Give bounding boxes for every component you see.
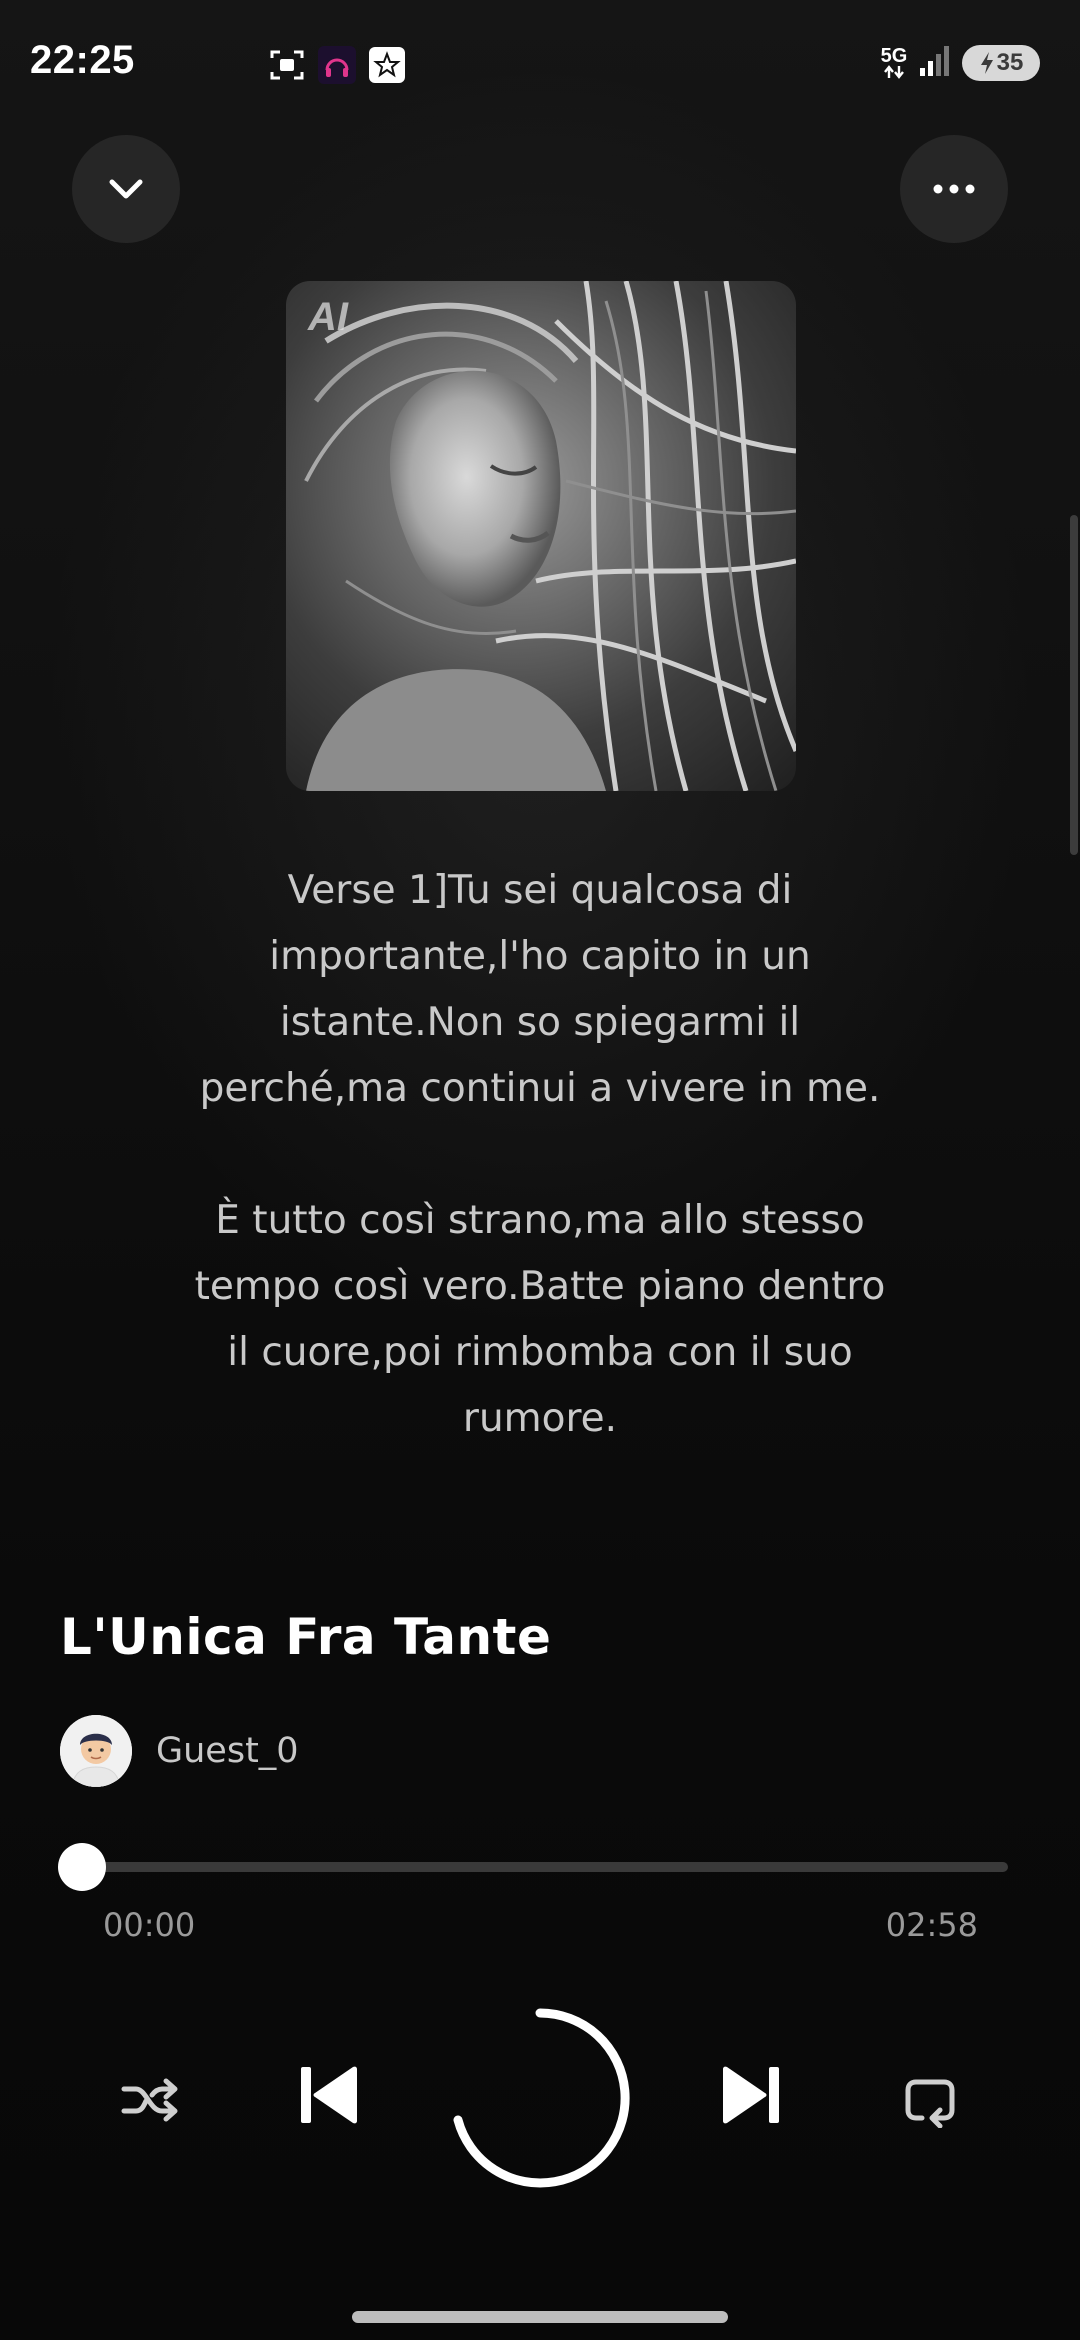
network-type: 5G [880,45,908,67]
avatar[interactable] [60,1715,132,1787]
more-options-button[interactable] [900,135,1008,243]
network-indicator: 5G [880,45,908,79]
lyric-line: È tutto così strano,ma allo stesso [215,1198,865,1243]
previous-icon [301,2066,357,2124]
total-time: 02:58 [885,1906,978,1944]
chevron-down-icon [109,179,143,199]
shuffle-button[interactable] [110,2060,190,2140]
podcast-app-icon [318,46,356,84]
lyric-line: il cuore,poi rimbomba con il suo [227,1330,853,1375]
screen-record-icon [268,46,306,84]
lyric-line: tempo così vero.Batte piano dentro [194,1264,886,1309]
system-icons: 5G 35 [880,44,1040,82]
lyric-line: perché,ma continui a vivere in me. [199,1066,881,1111]
lyric-line: Verse 1]Tu sei qualcosa di [287,868,793,913]
next-icon [723,2066,779,2124]
collapse-button[interactable] [72,135,180,243]
lyric-line: istante.Non so spiegarmi il [279,1000,801,1045]
play-loading-icon [453,2008,630,2188]
lyric-line: importante,l'ho capito in un [269,934,811,979]
previous-button[interactable] [290,2040,370,2150]
next-button[interactable] [710,2040,790,2150]
stanza-gap [150,1122,930,1188]
song-title: L'Unica Fra Tante [60,1608,552,1666]
status-bar: 22:25 5G 35 [0,0,1080,130]
signal-icon [918,44,952,82]
more-horizontal-icon [933,184,975,194]
progress-knob[interactable] [58,1843,106,1891]
scrollbar[interactable] [1070,515,1078,855]
player-screen: 22:25 5G 35 AI Verse 1]Tu sei qualcosa d… [0,0,1080,2340]
lyric-line: rumore. [462,1396,618,1441]
star-app-icon [368,46,406,84]
cover-artwork [304,281,796,791]
repeat-icon [905,2079,955,2128]
lyrics-panel[interactable]: Verse 1]Tu sei qualcosa di importante,l'… [150,858,930,1452]
shuffle-icon [121,2078,178,2122]
ai-badge: AI [308,295,348,339]
user-avatar-icon [60,1715,132,1787]
battery-indicator: 35 [962,45,1040,81]
home-indicator[interactable] [352,2311,728,2323]
battery-level: 35 [996,49,1024,76]
play-pause-button[interactable] [447,2005,633,2191]
repeat-button[interactable] [890,2060,970,2140]
battery-charging-icon [980,52,993,74]
status-time: 22:25 [30,38,135,82]
artist-name[interactable]: Guest_0 [156,1731,299,1771]
album-cover: AI [286,281,796,791]
notification-icons [268,46,406,84]
progress-track[interactable] [82,1862,1008,1872]
current-time: 00:00 [103,1906,196,1944]
data-arrows-icon [884,65,904,79]
artist-row[interactable]: Guest_0 [60,1715,299,1787]
